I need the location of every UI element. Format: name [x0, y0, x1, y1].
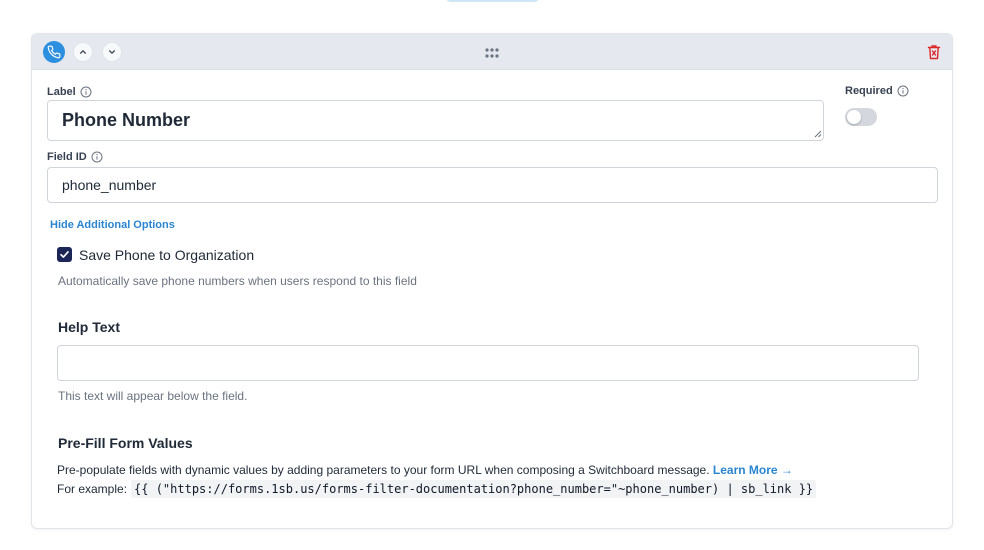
- hide-options-link[interactable]: Hide Additional Options: [50, 219, 175, 231]
- learn-more-link[interactable]: Learn More →: [713, 463, 793, 477]
- example-label: For example:: [57, 482, 128, 496]
- drag-grip-icon: [485, 48, 499, 58]
- required-label: Required: [845, 85, 909, 97]
- save-phone-checkbox[interactable]: [57, 247, 72, 262]
- move-down-button[interactable]: [102, 42, 122, 62]
- trash-icon: [927, 45, 941, 60]
- help-text-title: Help Text: [58, 319, 120, 335]
- field-id-title: Field ID: [47, 151, 87, 163]
- prefill-description-text: Pre-populate fields with dynamic values …: [57, 463, 710, 477]
- phone-icon: [47, 45, 61, 59]
- required-toggle[interactable]: [845, 108, 877, 126]
- info-icon[interactable]: [91, 151, 103, 163]
- required-title: Required: [845, 85, 893, 97]
- prefill-description: Pre-populate fields with dynamic values …: [57, 463, 793, 477]
- form-field-card: Label Phone Number Required Field ID Hid…: [31, 33, 953, 529]
- label-field-label: Label: [47, 86, 92, 98]
- top-tab-indicator: [445, 0, 540, 2]
- field-type-badge: [43, 41, 65, 63]
- chevron-up-icon: [79, 50, 87, 54]
- card-header: [32, 34, 952, 70]
- info-icon[interactable]: [897, 85, 909, 97]
- delete-field-button[interactable]: [927, 44, 941, 60]
- help-text-hint: This text will appear below the field.: [58, 389, 248, 403]
- save-phone-hint: Automatically save phone numbers when us…: [58, 274, 417, 288]
- field-id-label: Field ID: [47, 151, 103, 163]
- toggle-knob: [847, 110, 861, 124]
- check-icon: [60, 251, 69, 258]
- drag-handle[interactable]: [484, 46, 500, 58]
- prefill-example: For example: {{ ("https://forms.1sb.us/f…: [57, 480, 817, 498]
- example-code: {{ ("https://forms.1sb.us/forms-filter-d…: [131, 480, 817, 498]
- save-phone-label[interactable]: Save Phone to Organization: [79, 247, 254, 263]
- move-up-button[interactable]: [73, 42, 93, 62]
- help-text-input[interactable]: [57, 345, 919, 381]
- chevron-down-icon: [108, 50, 116, 54]
- info-icon[interactable]: [80, 86, 92, 98]
- label-input[interactable]: Phone Number: [47, 100, 824, 141]
- resize-grip-icon[interactable]: [814, 130, 822, 138]
- prefill-title: Pre-Fill Form Values: [58, 435, 193, 451]
- label-title: Label: [47, 86, 76, 98]
- field-id-input[interactable]: [47, 167, 938, 203]
